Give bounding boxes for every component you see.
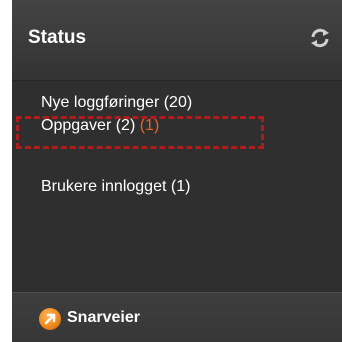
list-item-label: Brukere innlogget (1) xyxy=(41,178,191,195)
refresh-icon[interactable] xyxy=(308,26,332,50)
status-panel: Status Nye loggføringer (20) Oppgaver (2… xyxy=(12,0,342,342)
list-item-logged-in-users[interactable]: Brukere innlogget (1) xyxy=(41,178,190,196)
shortcuts-bar[interactable]: Snarveier xyxy=(12,292,342,342)
status-header: Status xyxy=(12,0,342,81)
shortcuts-label: Snarveier xyxy=(67,309,140,326)
highlight-box xyxy=(16,116,264,149)
arrow-circle-icon xyxy=(39,308,61,330)
status-title: Status xyxy=(28,27,87,48)
status-list: Nye loggføringer (20) Oppgaver (2) (1) B… xyxy=(12,81,342,292)
list-item-label: Nye loggføringer (20) xyxy=(41,94,193,111)
list-item-log-entries[interactable]: Nye loggføringer (20) xyxy=(41,94,192,112)
